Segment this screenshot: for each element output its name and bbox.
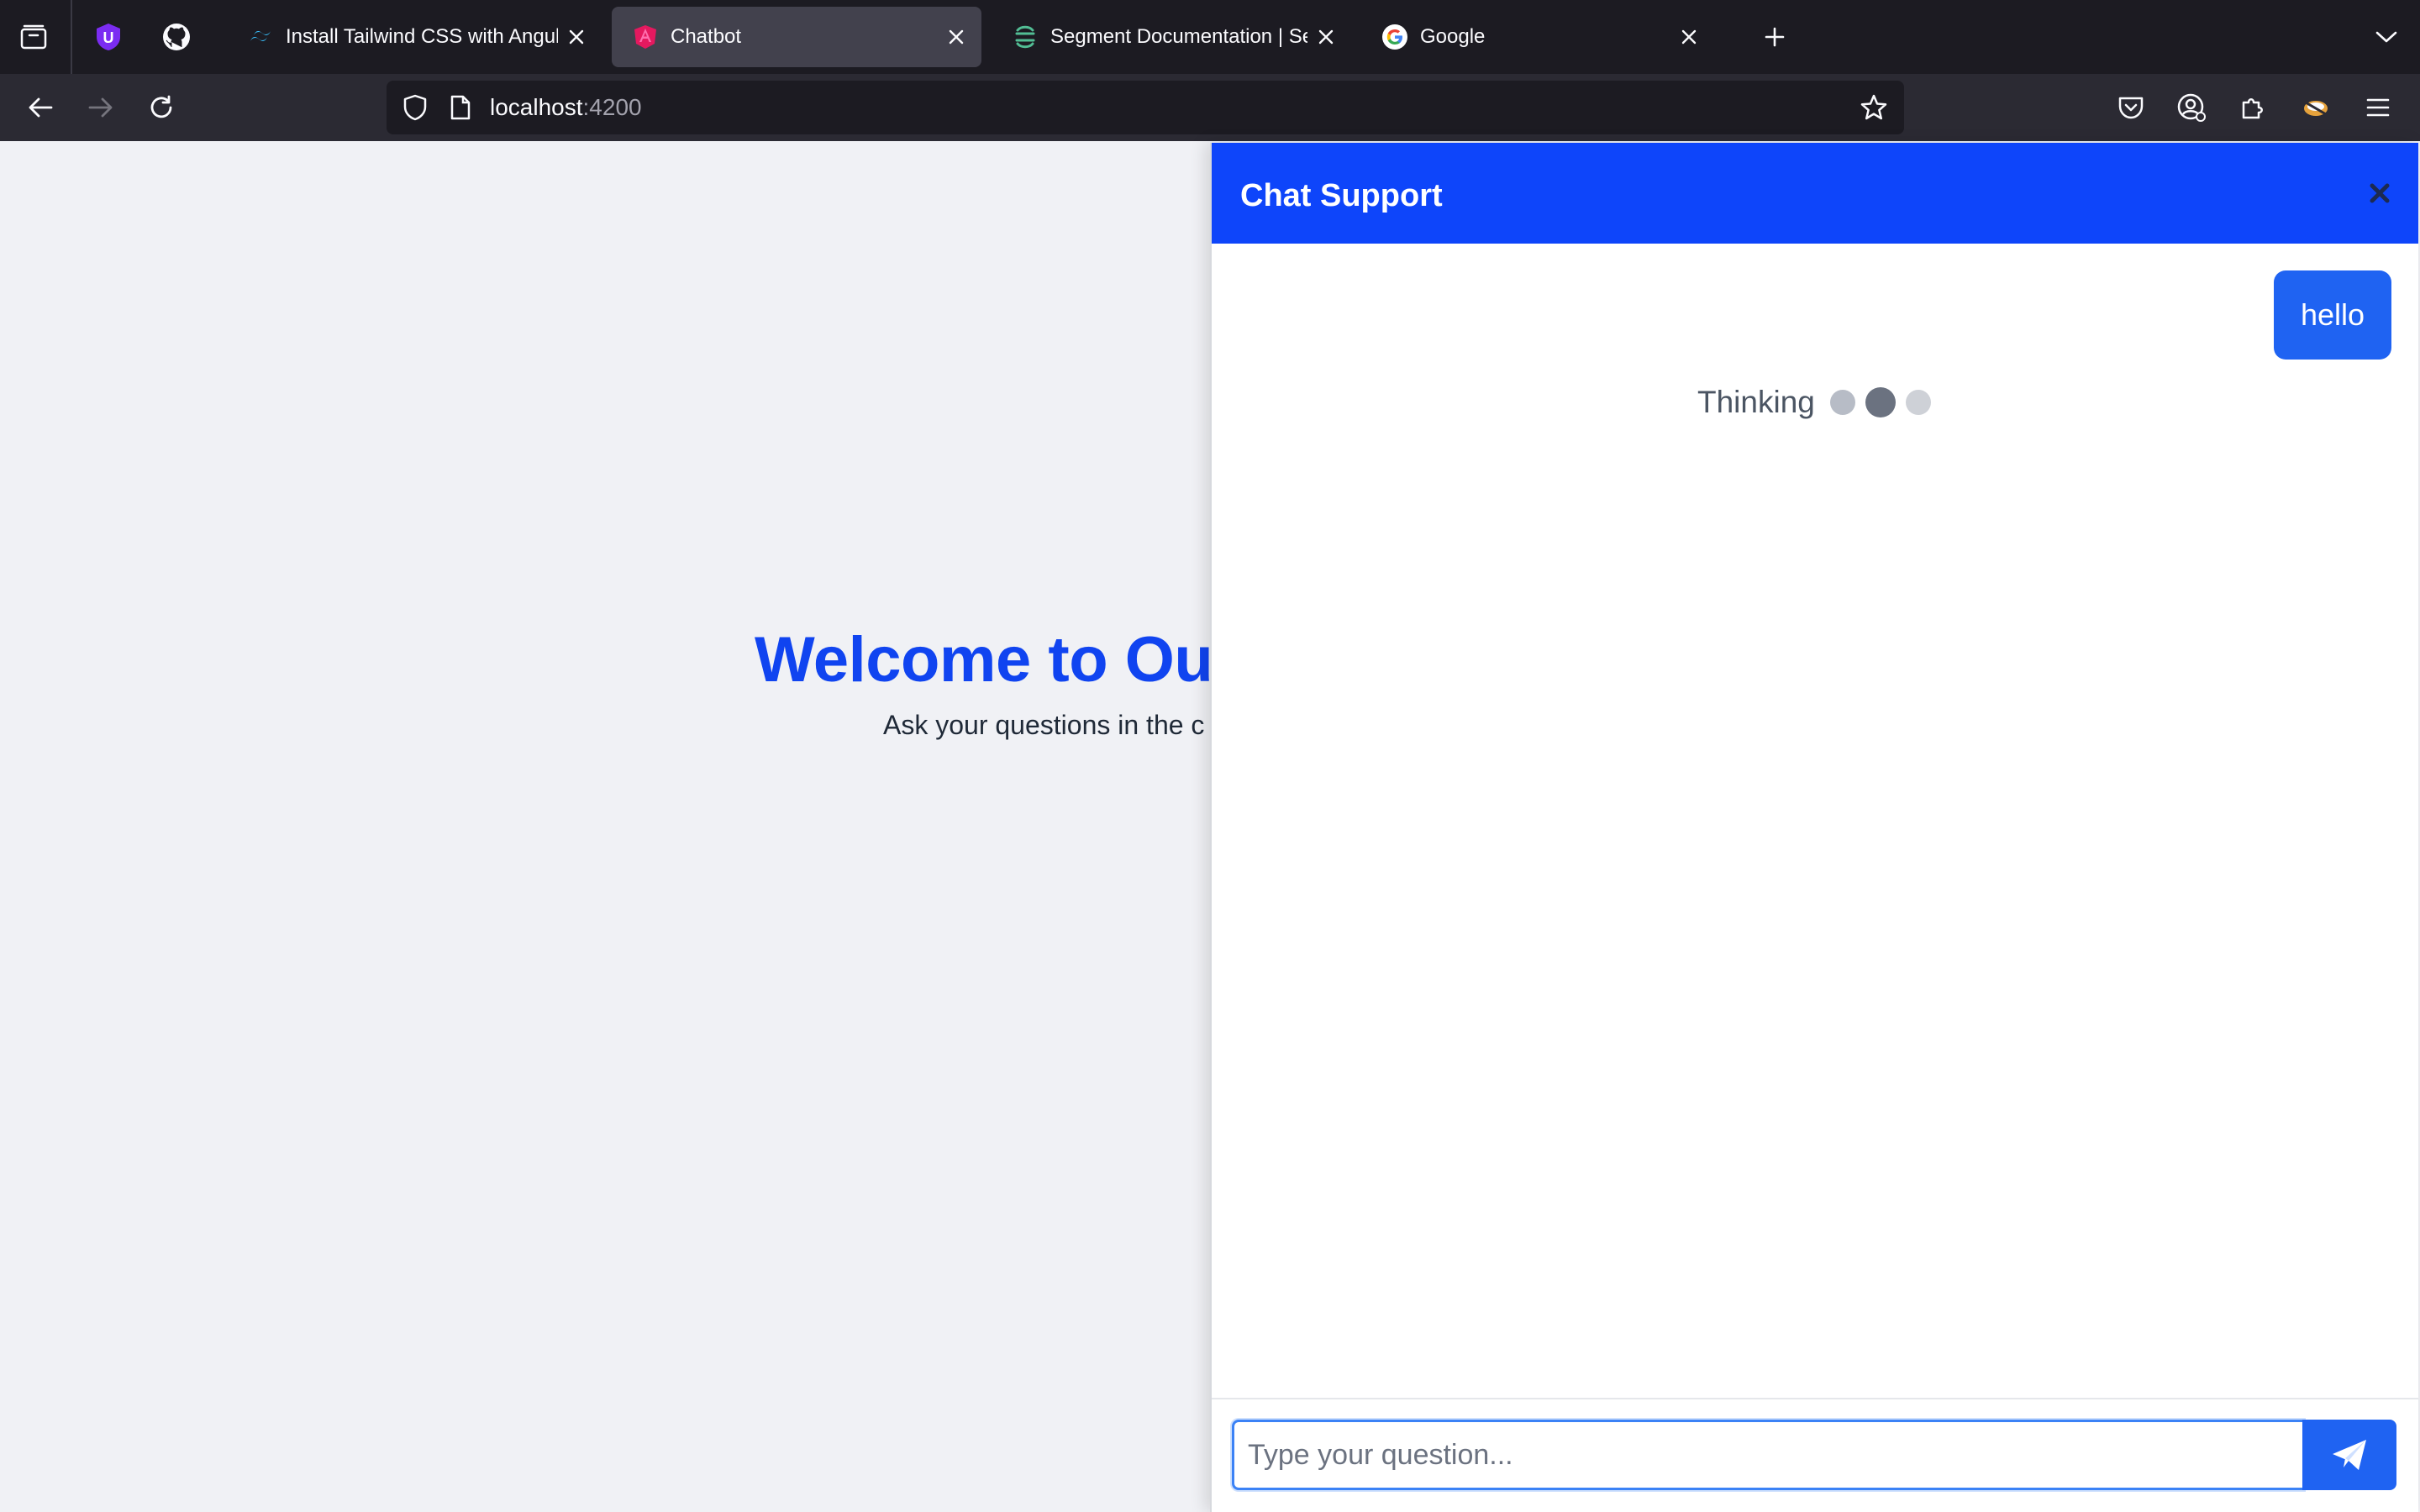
- account-icon: [2177, 93, 2206, 122]
- question-input[interactable]: [1232, 1420, 2304, 1490]
- tab-close-icon[interactable]: [1307, 18, 1344, 55]
- tab-close-icon[interactable]: [558, 18, 595, 55]
- tab-title: Segment Documentation | Segment: [1050, 25, 1307, 48]
- pocket-button[interactable]: [2112, 89, 2149, 126]
- url-host: localhost: [490, 94, 583, 120]
- list-all-tabs-button[interactable]: [2368, 18, 2405, 55]
- chat-panel: Chat Support hello Thinking: [1210, 143, 2418, 1512]
- typing-dot: [1905, 390, 1931, 415]
- tab-close-icon[interactable]: [938, 18, 975, 55]
- angular-icon: [632, 24, 659, 50]
- tab-divider: [71, 0, 72, 74]
- pinned-tab-github[interactable]: [158, 18, 195, 55]
- svg-text:U: U: [103, 29, 114, 46]
- plus-icon: [1765, 27, 1785, 47]
- chat-close-button[interactable]: [2361, 175, 2398, 212]
- thinking-indicator: Thinking: [1697, 385, 1931, 420]
- address-bar[interactable]: localhost:4200: [387, 81, 1904, 134]
- tab-tailwind[interactable]: Install Tailwind CSS with Angular: [227, 7, 602, 67]
- back-button[interactable]: [22, 89, 59, 126]
- tailwind-icon: [247, 24, 274, 50]
- chevron-down-icon: [2375, 31, 2397, 43]
- arrow-left-icon: [29, 97, 53, 118]
- puzzle-icon: [2242, 98, 2263, 119]
- github-icon: [163, 24, 190, 50]
- thinking-label: Thinking: [1697, 385, 1815, 419]
- reload-icon: [150, 95, 172, 118]
- firefox-view-icon: [20, 24, 47, 50]
- extension-icon: [2304, 101, 2328, 116]
- reload-button[interactable]: [143, 89, 180, 126]
- ublock-icon: U: [97, 24, 120, 50]
- tab-title: Install Tailwind CSS with Angular: [286, 25, 558, 48]
- tab-close-icon[interactable]: [1670, 18, 1707, 55]
- page-info-icon[interactable]: [442, 89, 479, 126]
- pinned-tab-ublock[interactable]: U: [90, 18, 127, 55]
- hero-subtitle: Ask your questions in the c: [883, 710, 1205, 740]
- typing-dot: [1865, 387, 1896, 417]
- tab-title: Google: [1420, 25, 1486, 48]
- google-icon: [1381, 24, 1408, 50]
- shield-icon[interactable]: [397, 89, 434, 126]
- app-menu-button[interactable]: [2360, 89, 2396, 126]
- chat-header: Chat Support: [1212, 143, 2418, 244]
- close-icon: [2370, 183, 2390, 203]
- tab-bar: U Install Tailwind CSS with Angular Chat…: [0, 0, 2420, 74]
- send-button[interactable]: [2302, 1420, 2396, 1490]
- tab-segment[interactable]: Segment Documentation | Segment: [992, 7, 1351, 67]
- tab-title: Chatbot: [671, 25, 742, 48]
- segment-icon: [1012, 24, 1039, 50]
- extension-button[interactable]: [2297, 89, 2334, 126]
- arrow-right-icon: [88, 97, 113, 118]
- forward-button[interactable]: [82, 89, 119, 126]
- user-message-bubble: hello: [2273, 270, 2391, 360]
- account-button[interactable]: [2173, 89, 2210, 126]
- typing-dot: [1829, 390, 1855, 415]
- tab-google[interactable]: Google: [1361, 7, 1714, 67]
- tab-chatbot[interactable]: Chatbot: [612, 7, 981, 67]
- hero-title: Welcome to Our: [755, 624, 1238, 696]
- bookmark-star-icon[interactable]: [1855, 89, 1892, 126]
- extensions-button[interactable]: [2233, 89, 2270, 126]
- url-text[interactable]: localhost:4200: [490, 94, 642, 121]
- pocket-icon: [2118, 97, 2144, 119]
- url-port: :4200: [582, 94, 642, 120]
- firefox-view-button[interactable]: [15, 18, 52, 55]
- chat-title: Chat Support: [1240, 178, 1443, 213]
- navigation-toolbar: localhost:4200: [0, 74, 2420, 141]
- chat-composer: [1212, 1398, 2418, 1512]
- new-tab-button[interactable]: [1756, 18, 1793, 55]
- hamburger-menu-icon: [2366, 98, 2390, 117]
- send-icon: [2333, 1440, 2366, 1470]
